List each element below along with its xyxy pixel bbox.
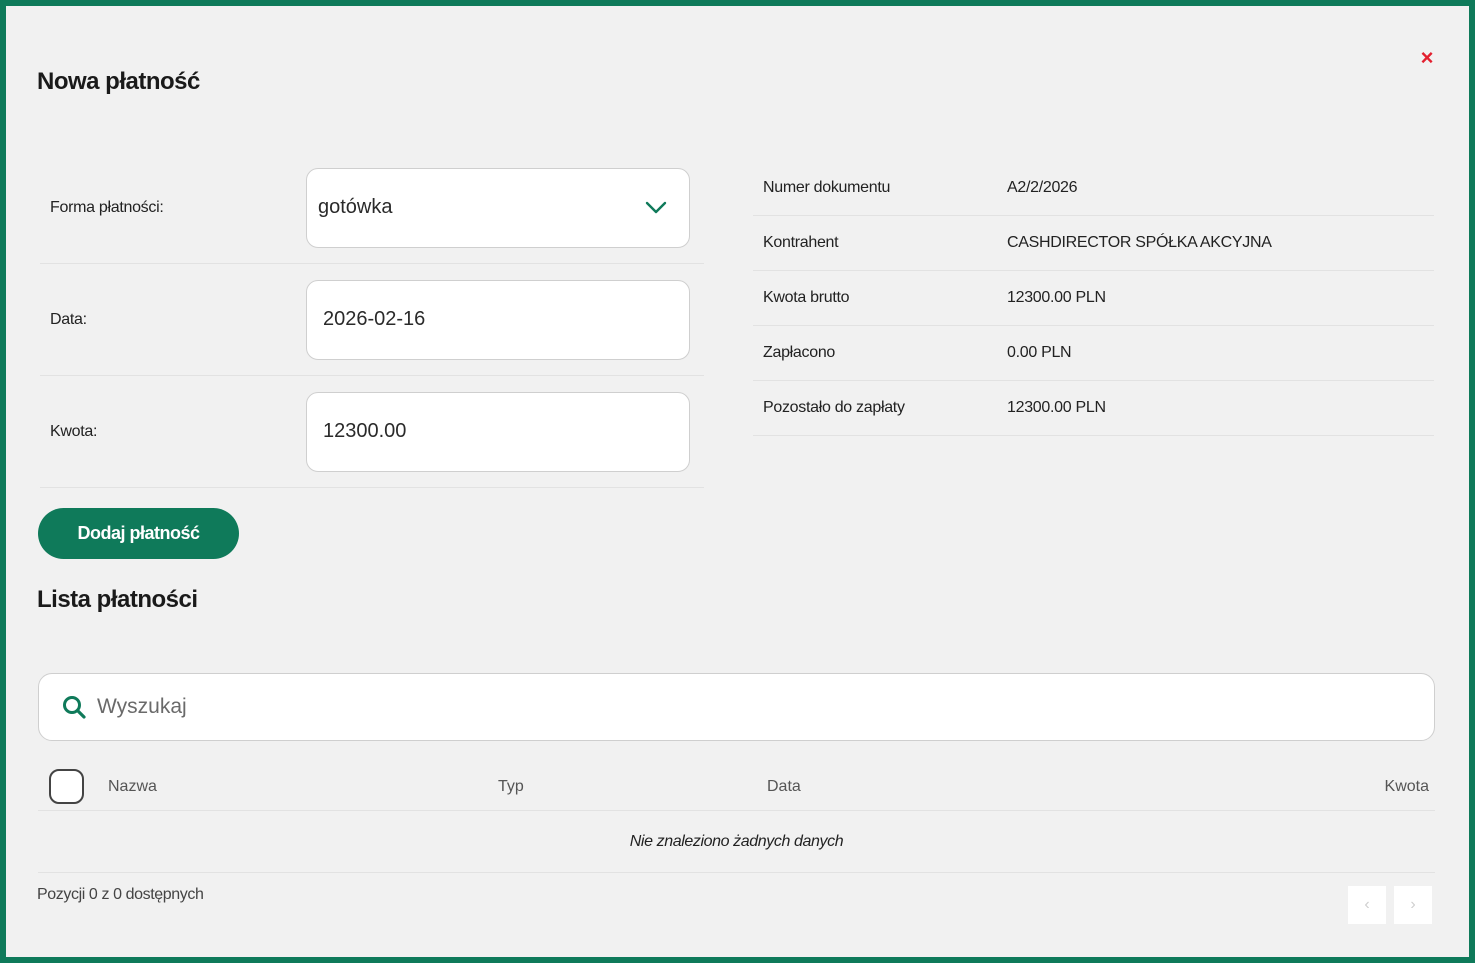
info-value: 0.00 PLN — [1007, 344, 1072, 361]
pagination-info: Pozycji 0 z 0 dostępnych — [37, 886, 204, 903]
next-page-button[interactable]: › — [1394, 886, 1432, 924]
amount-input[interactable]: 12300.00 — [306, 391, 690, 472]
table-header: Nazwa Typ Data Kwota — [38, 763, 1435, 811]
payment-list-title: Lista płatności — [37, 586, 198, 613]
info-row-contractor: Kontrahent CASHDIRECTOR SPÓŁKA AKCYJNA — [753, 216, 1434, 271]
info-row-gross-amount: Kwota brutto 12300.00 PLN — [753, 271, 1434, 326]
info-key: Numer dokumentu — [763, 179, 891, 196]
close-button[interactable]: × — [1415, 46, 1439, 70]
date-value: 2026-02-16 — [323, 308, 426, 330]
date-input[interactable]: 2026-02-16 — [306, 279, 690, 360]
column-header-amount[interactable]: Kwota — [1385, 778, 1429, 796]
chevron-right-icon: › — [1410, 896, 1416, 913]
info-row-remaining: Pozostało do zapłaty 12300.00 PLN — [753, 381, 1434, 436]
amount-value: 12300.00 — [323, 420, 407, 442]
payment-method-value: gotówka — [318, 196, 393, 218]
column-header-type[interactable]: Typ — [498, 778, 524, 796]
payment-method-select[interactable]: gotówka — [306, 167, 690, 248]
column-header-date[interactable]: Data — [767, 778, 801, 796]
modal-title: Nowa płatność — [37, 68, 200, 95]
info-value: 12300.00 PLN — [1007, 289, 1106, 306]
info-key: Kwota brutto — [763, 289, 850, 306]
date-label: Data: — [50, 310, 87, 328]
info-value: 12300.00 PLN — [1007, 399, 1106, 416]
column-header-name[interactable]: Nazwa — [108, 778, 157, 796]
form-row-amount: Kwota: 12300.00 — [40, 376, 704, 488]
info-row-document-number: Numer dokumentu A2/2/2026 — [753, 161, 1434, 216]
empty-message: Nie znaleziono żadnych danych — [38, 811, 1435, 873]
select-all-checkbox[interactable] — [49, 769, 84, 804]
info-value: A2/2/2026 — [1007, 179, 1078, 196]
search-icon — [63, 696, 86, 719]
payment-modal: × Nowa płatność Forma płatności: gotówka… — [0, 0, 1475, 963]
prev-page-button[interactable]: ‹ — [1348, 886, 1386, 924]
info-key: Zapłacono — [763, 344, 836, 361]
amount-label: Kwota: — [50, 422, 98, 440]
close-icon: × — [1420, 45, 1434, 70]
chevron-down-icon — [645, 201, 667, 213]
search-bar — [38, 673, 1435, 741]
form-row-date: Data: 2026-02-16 — [40, 264, 704, 376]
payment-method-label: Forma płatności: — [50, 198, 164, 216]
form-row-payment-method: Forma płatności: gotówka — [40, 152, 704, 264]
info-row-paid: Zapłacono 0.00 PLN — [753, 326, 1434, 381]
chevron-left-icon: ‹ — [1364, 896, 1370, 913]
search-input[interactable] — [97, 695, 1397, 719]
document-info-table: Numer dokumentu A2/2/2026 Kontrahent CAS… — [753, 161, 1434, 436]
info-key: Pozostało do zapłaty — [763, 399, 905, 416]
info-key: Kontrahent — [763, 234, 839, 251]
info-value: CASHDIRECTOR SPÓŁKA AKCYJNA — [1007, 234, 1272, 251]
add-payment-button[interactable]: Dodaj płatność — [38, 508, 239, 559]
